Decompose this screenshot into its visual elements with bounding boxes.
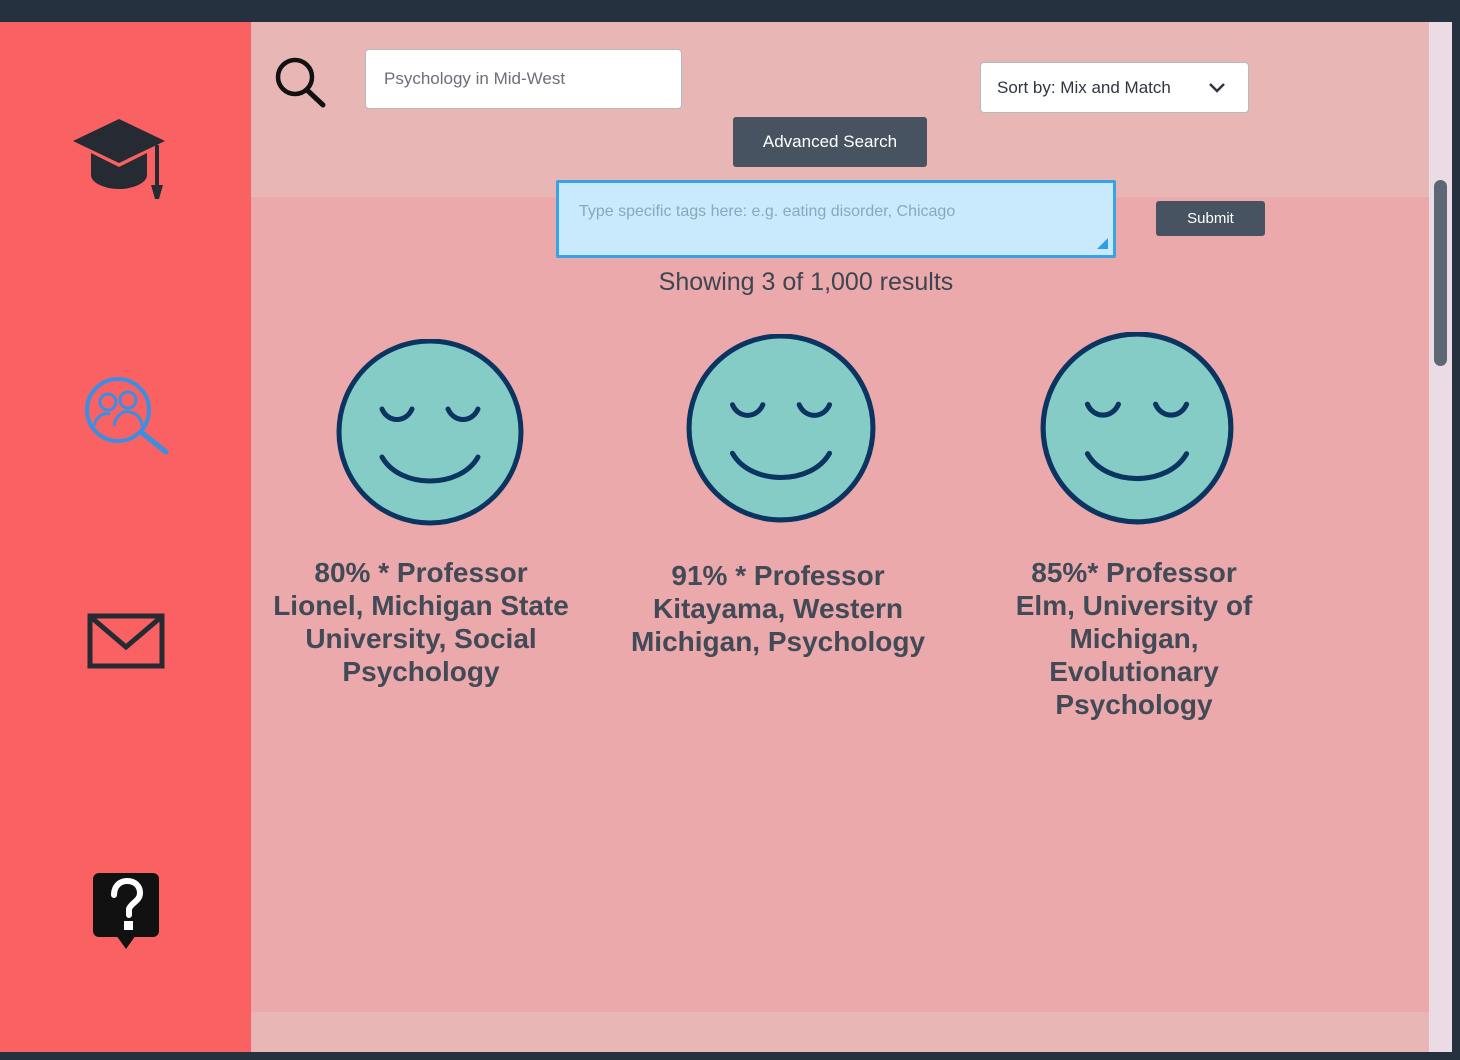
search-input[interactable] [365, 49, 682, 109]
window-top-bar [0, 0, 1460, 22]
people-search-icon [85, 377, 169, 455]
tags-input[interactable] [556, 180, 1116, 258]
sidebar-item-education[interactable] [70, 117, 168, 201]
graduation-cap-icon [73, 119, 165, 199]
help-question-icon [93, 873, 159, 949]
smiley-face-icon[interactable] [1040, 332, 1234, 526]
result-card-caption[interactable]: 85%* Professor Elm, University of Michig… [1000, 556, 1268, 721]
mail-icon [87, 613, 165, 669]
sort-label: Sort by: Mix and Match [997, 77, 1171, 97]
results-summary: Showing 3 of 1,000 results [658, 268, 954, 296]
scrollbar-thumb[interactable] [1434, 180, 1447, 366]
window-right-edge [1452, 22, 1460, 1052]
main-content [251, 22, 1429, 1052]
sort-dropdown[interactable]: Sort by: Mix and Match [980, 62, 1249, 113]
advanced-search-button[interactable]: Advanced Search [733, 117, 927, 167]
smiley-face-icon[interactable] [336, 339, 524, 527]
sidebar-item-help[interactable] [90, 870, 162, 952]
footer-band [251, 1012, 1429, 1052]
resize-handle[interactable] [1097, 238, 1108, 249]
submit-button[interactable]: Submit [1156, 201, 1265, 236]
scrollbar-track[interactable] [1429, 22, 1452, 1052]
result-card-caption[interactable]: 80% * Professor Lionel, Michigan State U… [272, 556, 570, 688]
sidebar [0, 22, 251, 1052]
chevron-down-icon [1209, 83, 1225, 93]
smiley-face-icon[interactable] [686, 334, 876, 524]
sidebar-item-messages[interactable] [86, 612, 166, 670]
window-bottom-bar [0, 1052, 1460, 1060]
sidebar-item-find-people[interactable] [84, 376, 170, 456]
result-card-caption[interactable]: 91% * Professor Kitayama, Western Michig… [628, 559, 928, 658]
search-icon[interactable] [273, 56, 327, 108]
